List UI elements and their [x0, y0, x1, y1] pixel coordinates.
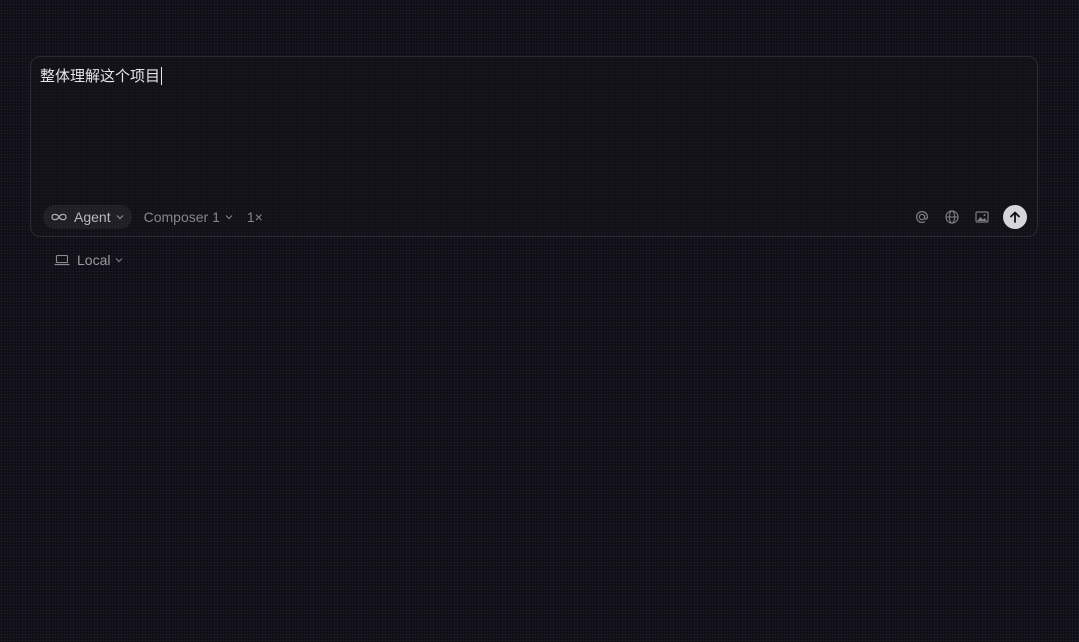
- chevron-down-icon: [115, 257, 123, 263]
- chevron-down-icon: [225, 214, 233, 220]
- send-button[interactable]: [1003, 205, 1027, 229]
- composer-panel[interactable]: 整体理解这个项目 Agent Composer 1 1×: [30, 56, 1038, 237]
- image-icon[interactable]: [971, 206, 993, 228]
- chevron-down-icon: [116, 214, 124, 220]
- arrow-up-icon: [1008, 210, 1022, 224]
- environment-label: Local: [77, 252, 111, 268]
- prompt-text[interactable]: 整体理解这个项目: [40, 67, 160, 85]
- infinity-icon: [50, 212, 68, 222]
- environment-selector[interactable]: Local: [54, 252, 123, 268]
- laptop-icon: [54, 254, 70, 266]
- composer-toolbar: Agent Composer 1 1×: [43, 203, 1027, 231]
- mode-selector[interactable]: Agent: [43, 205, 132, 229]
- globe-icon[interactable]: [941, 206, 963, 228]
- prompt-input[interactable]: 整体理解这个项目: [40, 67, 163, 85]
- mention-icon[interactable]: [911, 206, 933, 228]
- multiplier-button[interactable]: 1×: [247, 209, 263, 225]
- model-label: Composer 1: [143, 209, 220, 225]
- model-selector[interactable]: Composer 1: [144, 209, 233, 225]
- composer-actions: [903, 205, 1027, 229]
- mode-label: Agent: [74, 209, 111, 225]
- text-caret: [161, 67, 163, 85]
